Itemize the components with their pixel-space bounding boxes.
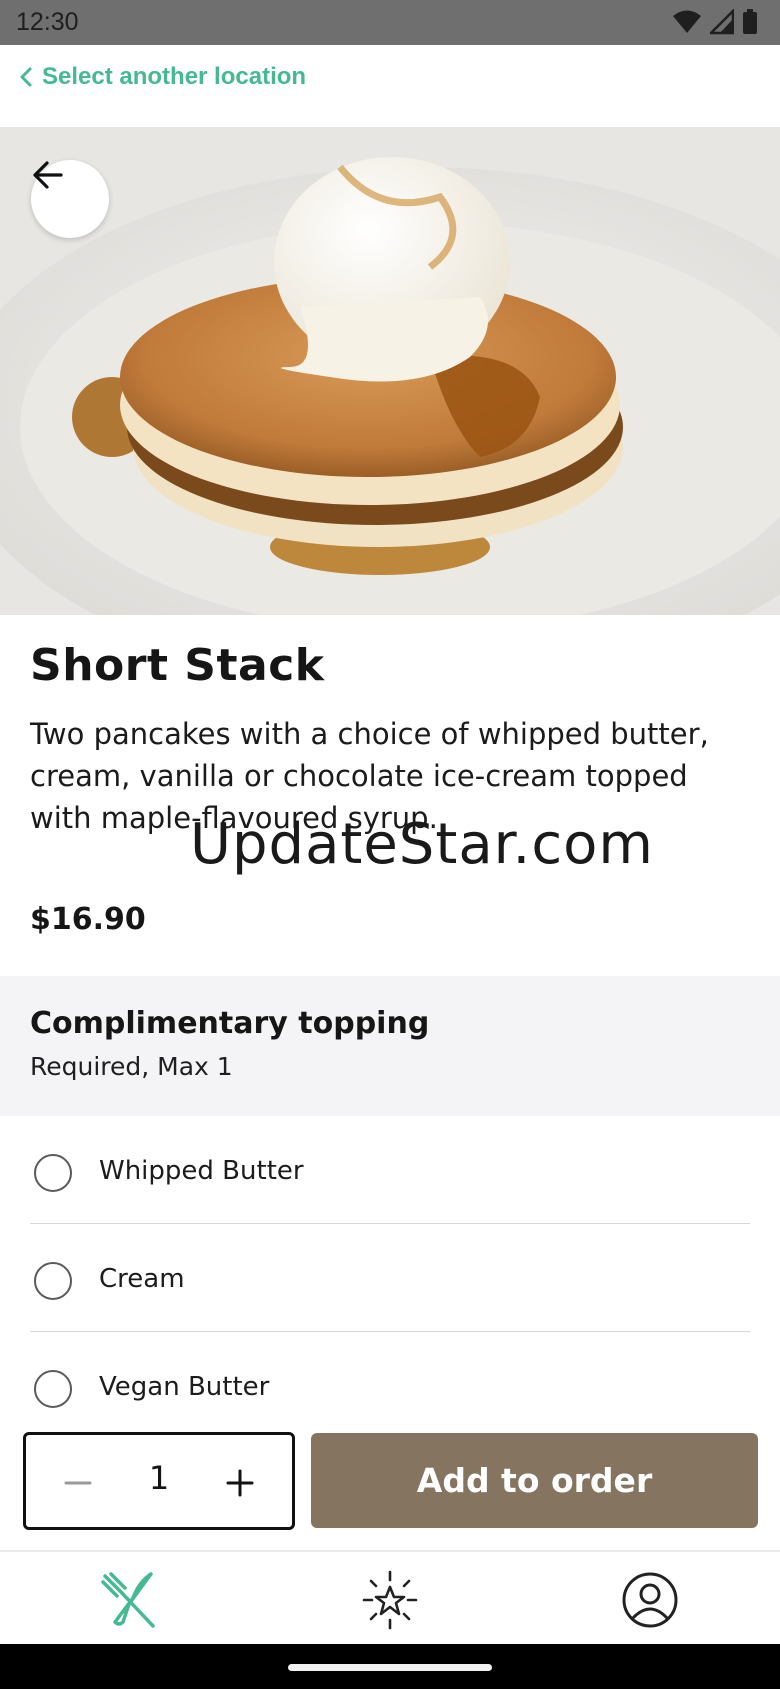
select-location-label: Select another location	[42, 63, 307, 90]
chevron-left-icon	[20, 67, 32, 87]
home-handle[interactable]	[288, 1664, 492, 1671]
watermark-text: UpdateStar.com	[190, 812, 654, 877]
top-nav: Select another location	[0, 45, 780, 127]
option-label: Cream	[99, 1264, 185, 1294]
radio-button[interactable]	[34, 1154, 72, 1192]
section-subtitle: Required, Max 1	[30, 1052, 233, 1081]
bottom-tab-bar	[0, 1550, 780, 1644]
back-button[interactable]	[31, 160, 109, 238]
star-burst-icon[interactable]	[360, 1570, 420, 1630]
product-image	[0, 127, 780, 615]
section-title: Complimentary topping	[30, 1006, 430, 1041]
add-to-order-button[interactable]: Add to order	[311, 1433, 758, 1528]
status-time: 12:30	[16, 8, 79, 36]
radio-button[interactable]	[34, 1262, 72, 1300]
status-icons	[672, 9, 758, 35]
product-price: $16.90	[30, 902, 146, 937]
arrow-left-icon	[33, 161, 63, 189]
option-cream[interactable]: Cream	[0, 1224, 780, 1332]
wifi-icon	[673, 10, 701, 33]
pancake-illustration	[0, 127, 780, 615]
plus-icon[interactable]	[222, 1465, 258, 1501]
signal-icon	[710, 9, 734, 35]
option-label: Vegan Butter	[99, 1372, 270, 1402]
status-bar: 12:30	[0, 0, 780, 45]
product-info: Short Stack Two pancakes with a choice o…	[30, 640, 750, 839]
fork-knife-icon[interactable]	[99, 1570, 159, 1630]
profile-icon[interactable]	[620, 1570, 680, 1630]
order-action-bar: 1 Add to order	[0, 1420, 780, 1550]
radio-button[interactable]	[34, 1370, 72, 1408]
system-nav-bar	[0, 1644, 780, 1689]
topping-section-header: Complimentary topping Required, Max 1	[0, 976, 780, 1116]
battery-icon	[743, 9, 757, 34]
select-location-link[interactable]: Select another location	[18, 63, 306, 91]
topping-options: Whipped Butter Cream Vegan Butter	[0, 1116, 780, 1440]
option-label: Whipped Butter	[99, 1156, 304, 1186]
quantity-stepper: 1	[23, 1432, 295, 1530]
product-title: Short Stack	[30, 640, 325, 691]
option-whipped-butter[interactable]: Whipped Butter	[0, 1116, 780, 1224]
